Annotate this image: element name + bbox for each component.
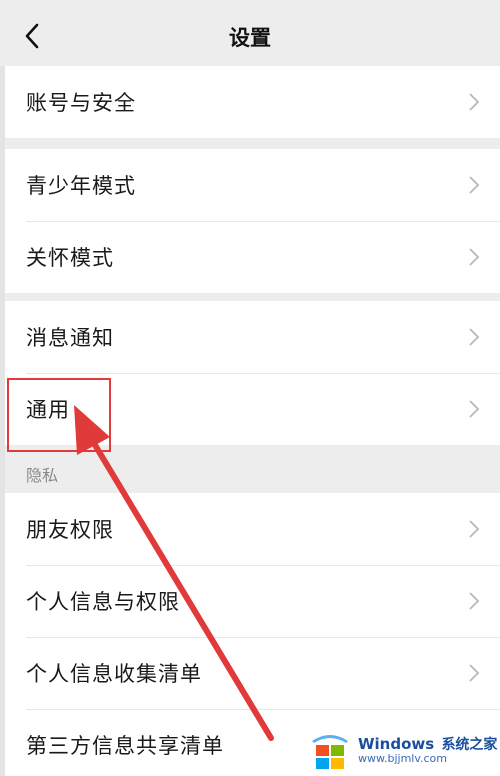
settings-group-account: 账号与安全 [5,66,500,138]
settings-item-notifications[interactable]: 消息通知 [5,301,500,373]
chevron-right-icon [469,176,480,194]
settings-item-account-security[interactable]: 账号与安全 [5,66,500,138]
settings-item-label: 个人信息收集清单 [26,662,202,686]
settings-group-modes: 青少年模式 关怀模式 [5,149,500,293]
chevron-right-icon [469,520,480,538]
section-header-privacy: 隐私 [5,455,500,493]
chevron-right-icon [469,328,480,346]
settings-item-label: 个人信息与权限 [26,590,180,614]
settings-item-label: 青少年模式 [26,174,136,198]
section-header-label: 隐私 [26,466,59,485]
chevron-right-icon [469,664,480,682]
settings-item-personal-info-collection[interactable]: 个人信息收集清单 [5,637,500,709]
settings-item-label: 朋友权限 [26,518,114,542]
settings-item-friend-permissions[interactable]: 朋友权限 [5,493,500,565]
watermark-brand: Windows [358,735,435,754]
watermark-brand-cn: 系统之家 [441,737,498,754]
settings-item-label: 消息通知 [26,326,114,350]
settings-item-label: 第三方信息共享清单 [26,734,224,758]
chevron-right-icon [469,248,480,266]
chevron-right-icon [469,93,480,111]
settings-item-personal-info-permissions[interactable]: 个人信息与权限 [5,565,500,637]
settings-item-label: 关怀模式 [26,246,114,270]
highlight-box [7,378,111,452]
page-title: 设置 [229,26,271,50]
settings-item-care-mode[interactable]: 关怀模式 [5,221,500,293]
settings-item-teen-mode[interactable]: 青少年模式 [5,149,500,221]
navigation-bar: 设置 [0,0,500,66]
chevron-right-icon [469,400,480,418]
windows-logo-icon [312,735,348,769]
settings-screen: 设置 账号与安全 青少年模式 关怀模式 消息通知 通用 隐私 朋友权限 个人信息… [0,0,500,776]
settings-item-label: 账号与安全 [26,91,136,115]
watermark-url: www.bjjmlv.com [358,752,447,766]
chevron-right-icon [469,592,480,610]
watermark: Windows 系统之家 www.bjjmlv.com [308,726,500,776]
